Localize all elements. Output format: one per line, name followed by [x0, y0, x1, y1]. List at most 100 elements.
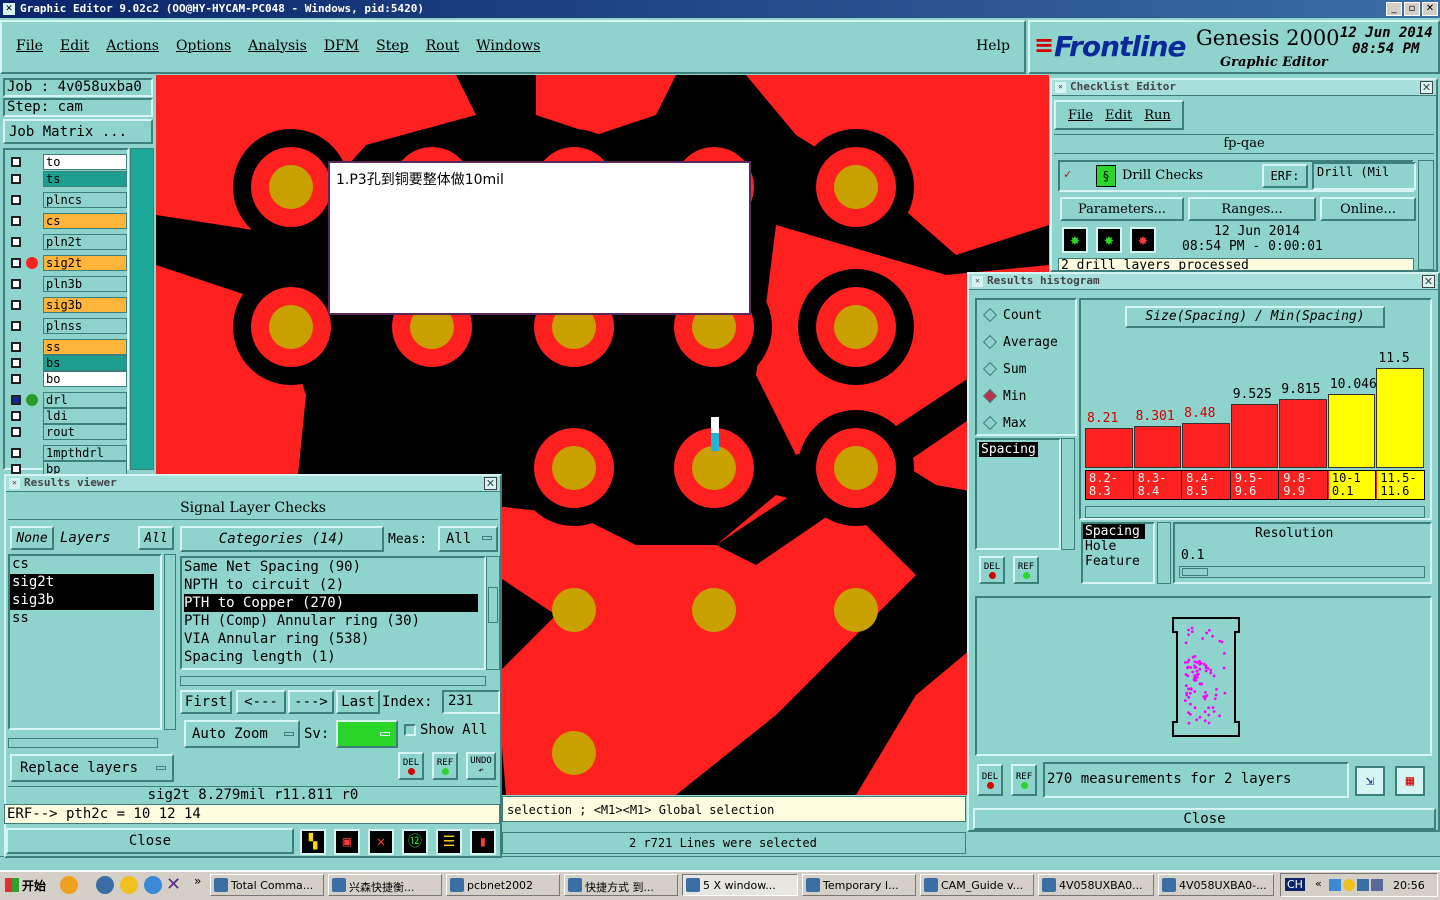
- taskbar-item[interactable]: 5 X window...: [682, 874, 798, 896]
- mode-max[interactable]: Max: [981, 412, 1071, 434]
- layer-checkbox[interactable]: [11, 411, 21, 421]
- category-same-net-spacing[interactable]: Same Net Spacing (90): [184, 558, 484, 576]
- layer-row-1mpthdrl[interactable]: 1mpthdrl: [9, 445, 127, 461]
- parameters-button[interactable]: Parameters...: [1060, 197, 1184, 221]
- layer-name[interactable]: ldi: [43, 408, 127, 424]
- tool-measure-icon[interactable]: ▚: [300, 829, 326, 855]
- tray-icon-3[interactable]: [1357, 879, 1369, 891]
- layer-name[interactable]: 1mpthdrl: [43, 445, 127, 461]
- layer-checkbox[interactable]: [11, 237, 21, 247]
- drill-hole[interactable]: [834, 588, 878, 632]
- category-npth-to-circuit[interactable]: NPTH to circuit (2): [184, 576, 484, 594]
- meas-type-scrollbar[interactable]: [1157, 522, 1171, 584]
- results-del-button[interactable]: DEL: [398, 752, 424, 780]
- quicklaunch-icon-1[interactable]: [60, 876, 78, 894]
- replace-layers-select[interactable]: Replace layers: [10, 754, 174, 782]
- menu-edit[interactable]: Edit: [60, 38, 89, 54]
- results-ref-button[interactable]: REF: [432, 752, 458, 780]
- checklist-scrollbar[interactable]: [1418, 160, 1434, 270]
- taskbar-item[interactable]: 4V058UXBA0-...: [1158, 874, 1274, 896]
- quicklaunch-x-icon[interactable]: ✕: [166, 874, 181, 895]
- category-spacing-length[interactable]: Spacing length (1): [184, 648, 484, 666]
- run-selected-icon[interactable]: ✸: [1096, 227, 1122, 253]
- layer-row-pln3b[interactable]: pln3b: [9, 276, 127, 292]
- layer-name[interactable]: ts: [43, 171, 127, 187]
- first-button[interactable]: First: [180, 690, 232, 714]
- layer-row-ldi[interactable]: ldi: [9, 408, 127, 424]
- layer-checkbox[interactable]: [11, 174, 21, 184]
- run-icon[interactable]: ✸: [1062, 227, 1088, 253]
- preview-ref-button[interactable]: REF: [1011, 764, 1037, 796]
- layer-row-ss[interactable]: ss: [9, 339, 127, 355]
- menu-step[interactable]: Step: [376, 38, 408, 54]
- layer-row-bo[interactable]: bo: [9, 371, 127, 387]
- layer-name[interactable]: bo: [43, 371, 127, 387]
- histogram-type-list[interactable]: Spacing: [975, 438, 1061, 550]
- menu-options[interactable]: Options: [176, 38, 231, 54]
- drill-hole[interactable]: [269, 305, 313, 349]
- erf-button[interactable]: ERF:: [1262, 164, 1308, 188]
- menu-dfm[interactable]: DFM: [324, 38, 359, 54]
- index-input[interactable]: 231: [442, 690, 500, 714]
- meas-type-spacing[interactable]: Spacing: [1083, 524, 1145, 539]
- layer-list-scrollbar[interactable]: [130, 148, 154, 470]
- checklist-close-icon[interactable]: ✕: [1420, 81, 1433, 94]
- category-scroll-thumb[interactable]: [488, 587, 498, 623]
- layer-name[interactable]: drl: [43, 392, 127, 408]
- tool-order-icon[interactable]: ⑫: [402, 829, 428, 855]
- layer-checkbox[interactable]: [11, 427, 21, 437]
- layer-name[interactable]: sig2t: [43, 255, 127, 271]
- layer-row-pln2t[interactable]: pln2t: [9, 234, 127, 250]
- menu-analysis[interactable]: Analysis: [248, 38, 307, 54]
- drill-hole[interactable]: [269, 165, 313, 209]
- quicklaunch-more-icon[interactable]: »: [194, 874, 201, 888]
- meas-type-feature[interactable]: Feature: [1083, 554, 1153, 569]
- layer-row-drl[interactable]: drl: [9, 392, 127, 408]
- drill-hole[interactable]: [834, 446, 878, 490]
- menu-help[interactable]: Help: [976, 38, 1010, 54]
- quicklaunch-icon-3[interactable]: [120, 876, 138, 894]
- preview-del-button[interactable]: DEL: [977, 764, 1003, 796]
- layer-name[interactable]: rout: [43, 424, 127, 440]
- results-layer-scrollbar[interactable]: [164, 554, 176, 730]
- layer-checkbox[interactable]: [11, 279, 21, 289]
- layers-none-button[interactable]: None: [10, 526, 54, 550]
- histogram-type-item[interactable]: Spacing: [979, 442, 1038, 457]
- layer-name[interactable]: plnss: [43, 318, 127, 334]
- layer-checkbox[interactable]: [11, 342, 21, 352]
- layer-row-plnss[interactable]: plnss: [9, 318, 127, 334]
- category-pth-to-copper[interactable]: PTH to Copper (270): [184, 594, 478, 612]
- auto-zoom-select[interactable]: Auto Zoom: [184, 720, 300, 748]
- category-via-annular-ring[interactable]: VIA Annular ring (538): [184, 630, 484, 648]
- taskbar-item[interactable]: 兴森快捷衡...: [328, 874, 442, 896]
- mode-count[interactable]: Count: [981, 304, 1071, 326]
- job-matrix-button[interactable]: Job Matrix ...: [3, 119, 153, 144]
- taskbar-item[interactable]: Total Comma...: [210, 874, 324, 896]
- run-error-icon[interactable]: ✸: [1130, 227, 1156, 253]
- tool-clear-icon[interactable]: ✕: [368, 829, 394, 855]
- checklist-menu-edit[interactable]: Edit: [1105, 108, 1132, 123]
- prev-button[interactable]: <---: [236, 690, 286, 714]
- checklist-menu-file[interactable]: File: [1068, 108, 1093, 123]
- mode-average[interactable]: Average: [981, 331, 1071, 353]
- histogram-ref-button[interactable]: REF: [1013, 556, 1039, 584]
- mode-min[interactable]: Min: [981, 385, 1071, 407]
- layer-row-sig3b[interactable]: sig3b: [9, 297, 127, 313]
- tray-icon-4[interactable]: [1371, 879, 1383, 891]
- results-layer-hscrollbar[interactable]: [8, 738, 158, 748]
- drill-hole[interactable]: [834, 165, 878, 209]
- taskbar-item[interactable]: 4V058UXBA0...: [1038, 874, 1154, 896]
- histogram-bar[interactable]: [1376, 367, 1424, 468]
- lang-indicator[interactable]: CH: [1285, 878, 1305, 891]
- layer-name[interactable]: ss: [43, 339, 127, 355]
- layer-row-sig2t[interactable]: sig2t: [9, 255, 127, 271]
- category-scrollbar[interactable]: [486, 556, 500, 670]
- quicklaunch-icon-4[interactable]: [144, 876, 162, 894]
- results-close-button[interactable]: Close: [6, 828, 294, 854]
- mode-sum[interactable]: Sum: [981, 358, 1071, 380]
- results-layer-ss[interactable]: ss: [10, 610, 160, 628]
- layer-name[interactable]: cs: [43, 213, 127, 229]
- chart-hscrollbar[interactable]: [1085, 506, 1425, 518]
- tray-icon-1[interactable]: [1329, 879, 1341, 891]
- checklist-menu-run[interactable]: Run: [1144, 108, 1171, 123]
